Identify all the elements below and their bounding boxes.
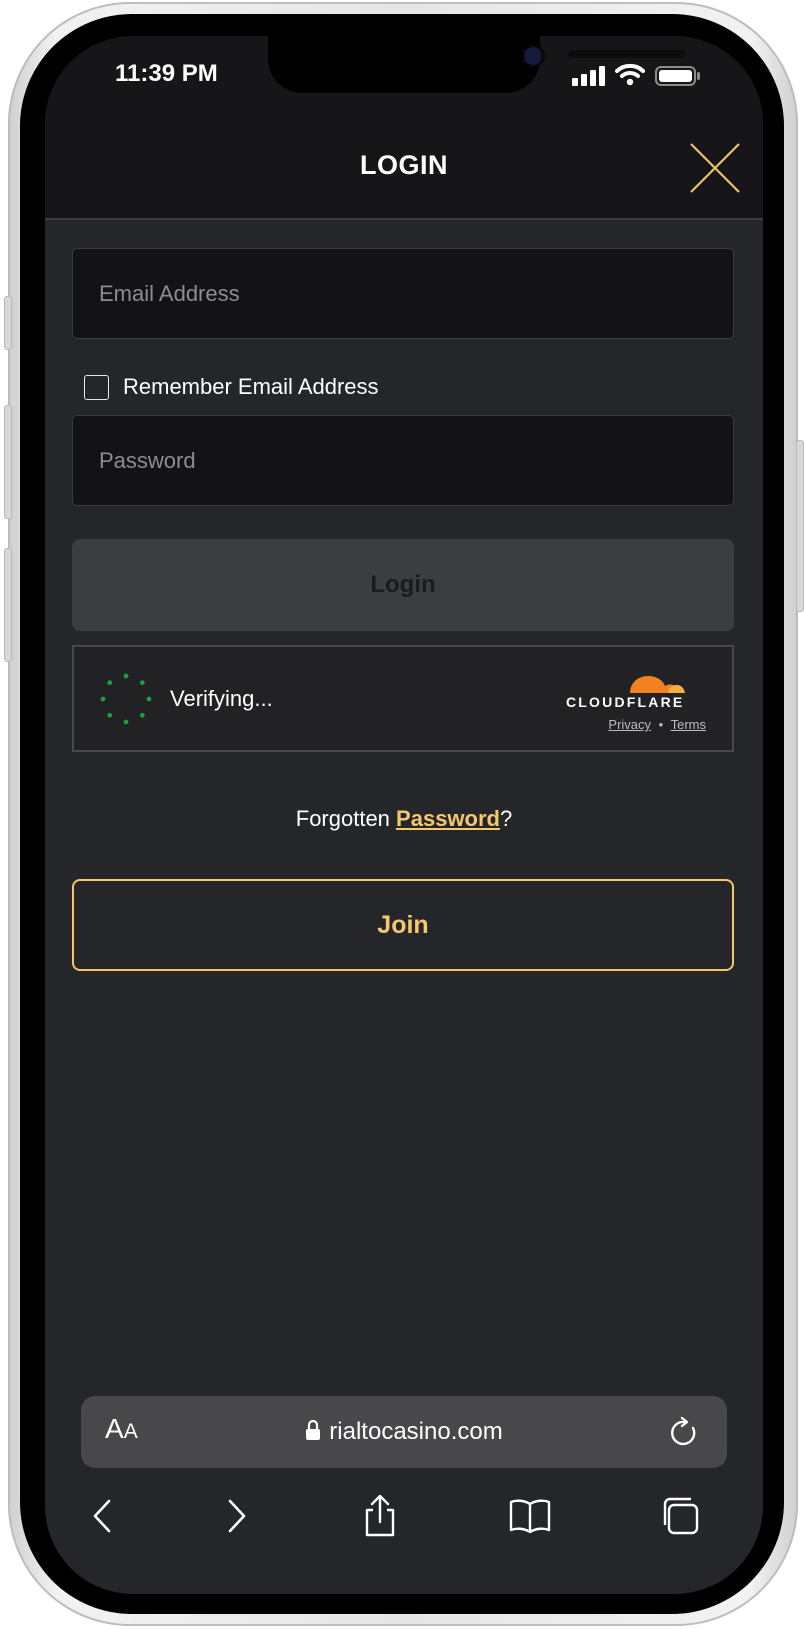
browser-address-bar[interactable]: AA rialtocasino.com [81,1396,727,1468]
remember-email-checkbox[interactable] [84,374,109,400]
tabs-button[interactable] [655,1491,705,1541]
share-icon [365,1494,395,1537]
wifi-icon [615,63,645,86]
forgot-password-link[interactable]: Password [396,806,500,831]
remember-email-option[interactable]: Remember Email Address [84,372,379,402]
privacy-link[interactable]: Privacy [608,717,651,732]
reload-icon[interactable] [669,1416,699,1448]
forward-button[interactable] [212,1491,262,1541]
cloudflare-captcha[interactable]: Verifying... CLOUDFLARE Privacy • Terms [72,645,734,752]
power-button [796,440,804,612]
chevron-right-icon [228,1499,246,1533]
back-button[interactable] [77,1491,127,1541]
link-separator: • [658,717,664,732]
book-icon [509,1499,551,1534]
forgot-suffix: ? [499,806,513,831]
status-time: 11:39 PM [115,60,218,87]
tabs-icon [663,1497,699,1535]
volume-up-button [4,405,12,519]
phone-screen: 11:39 PM LOGIN Remember Emai [45,36,763,1594]
lock-icon [306,1419,321,1440]
terms-link[interactable]: Terms [671,717,706,732]
battery-icon [655,66,700,86]
captcha-status: Verifying... [170,686,273,711]
chevron-left-icon [93,1499,111,1533]
remember-email-label: Remember Email Address [123,374,379,399]
forgot-prefix: Forgotten [295,806,390,831]
close-icon[interactable] [687,140,743,196]
speaker-grille [568,50,686,58]
email-field[interactable] [72,248,734,339]
volume-down-button [4,548,12,662]
silent-switch [4,296,12,350]
share-button[interactable] [355,1491,405,1541]
cellular-signal-icon [572,66,605,86]
loading-spinner-icon [100,673,152,725]
captcha-links: Privacy • Terms [608,717,706,732]
cloudflare-wordmark: CLOUDFLARE [566,694,685,710]
bookmarks-button[interactable] [505,1491,555,1541]
login-header: LOGIN [45,114,763,220]
front-camera [524,47,542,65]
notch [268,36,686,93]
page-title: LOGIN [360,150,448,180]
url-text: rialtocasino.com [329,1418,503,1445]
login-button[interactable]: Login [72,539,734,631]
url-display[interactable]: rialtocasino.com [81,1418,727,1446]
join-button[interactable]: Join [72,879,734,971]
forgot-password-text: Forgotten Password? [45,806,763,832]
password-field[interactable] [72,415,734,506]
